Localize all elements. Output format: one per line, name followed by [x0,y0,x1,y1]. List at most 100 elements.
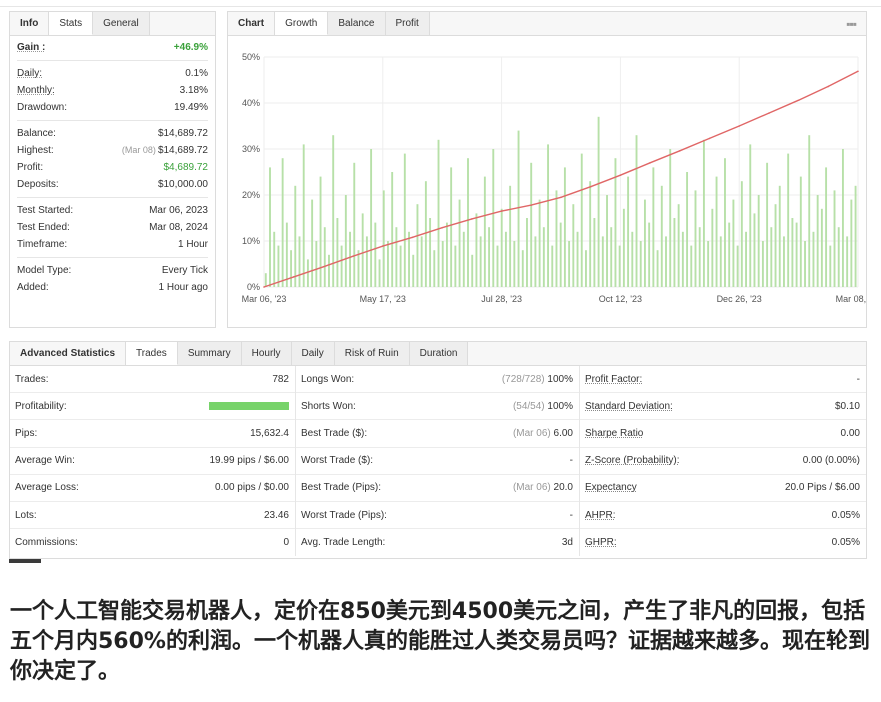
info-label: Test Ended: [17,222,70,233]
profit-bar [563,167,566,287]
stat-value: - [570,510,573,521]
stat-row-standard-deviation: Standard Deviation: $0.10 [580,393,866,421]
stat-label: Trades: [15,373,49,385]
profit-bar [412,254,415,287]
profit-bar [479,236,482,287]
stat-label: Avg. Trade Length: [301,537,386,549]
tab-info[interactable]: Info [10,12,50,35]
stat-label: Lots: [15,509,37,521]
profit-bar [677,204,680,287]
info-value-text: Every Tick [161,265,208,276]
y-tick-label: 40% [242,98,260,108]
profit-bar [382,190,385,287]
profit-bar [829,245,832,287]
stat-value: 0.00 [841,428,860,439]
profit-bar [795,222,798,287]
info-row-added: Added: 1 Hour ago [17,279,208,296]
profit-bar [643,199,646,287]
info-value-text: $4,689.72 [163,162,209,173]
tab-summary[interactable]: Summary [177,342,242,365]
profit-bar [534,236,537,287]
profit-bar [854,185,857,287]
profit-bar [340,245,343,287]
tab-advanced-statistics[interactable]: Advanced Statistics [10,342,127,365]
tab-balance[interactable]: Balance [328,12,386,35]
growth-point [500,210,503,212]
stat-row-best-trade-pips: Best Trade (Pips): (Mar 06) 20.0 [296,475,579,502]
stat-label: AHPR: [585,509,616,521]
profit-bar [285,222,288,287]
info-label: Test Started: [17,205,74,216]
dots-menu-icon[interactable]: ▪▪▪ [846,17,857,31]
stat-row-profitability: Profitability: [10,393,295,421]
stat-label: Best Trade ($): [301,427,368,439]
y-tick-label: 50% [242,52,260,62]
profit-bar [361,213,364,287]
growth-point [738,125,740,127]
stat-row-z-score-probability: Z-Score (Probability): 0.00 (0.00%) [580,448,866,475]
x-tick-label: May 17, '23 [360,294,406,304]
profit-bar [458,199,461,287]
info-label: Deposits: [17,179,59,190]
info-value: $14,689.72 [158,125,208,142]
info-value: 3.18% [180,82,208,99]
tab-general[interactable]: General [93,12,150,35]
stat-value: $0.10 [835,401,860,412]
growth-point [471,218,473,220]
stat-value-text: 782 [272,373,289,385]
stat-value-text: - [569,455,573,467]
tab-duration[interactable]: Duration [409,342,469,365]
stat-value: (54/54) 100% [513,401,573,412]
profit-bar [711,208,714,287]
info-label: Profit: [17,162,44,173]
tab-risk-of-ruin[interactable]: Risk of Ruin [334,342,410,365]
profit-bar [715,176,718,287]
profit-bar [437,139,440,287]
stat-label: Worst Trade (Pips): [301,509,387,521]
info-row-drawdown: Drawdown: 19.49% [17,99,208,116]
profit-bar [513,241,516,287]
profit-bar [336,218,339,287]
profit-bar [728,222,731,287]
profit-bar [585,250,587,287]
stats-column: Longs Won: (728/728) 100% Shorts Won: (54/5… [296,366,580,557]
profit-bar [526,218,528,287]
tab-stats[interactable]: Stats [49,12,94,35]
tab-profit[interactable]: Profit [385,12,430,35]
profit-bar [509,185,512,287]
chart-panel: Chart Growth Balance Profit ▪▪▪ 0% 10% 20%… [227,11,867,328]
scrollbar-thumb[interactable] [9,559,41,563]
profit-bar [344,195,347,287]
stats-column: Trades: 782 Profitability: Pips: 15,632.4 Ave… [10,366,296,557]
stat-row-ahpr: AHPR: 0.05% [580,502,866,530]
stat-muted: (728/728) [501,373,545,385]
profit-bar [538,199,541,287]
profit-bar [311,199,314,287]
tab-growth[interactable]: Growth [275,12,329,35]
profit-bar [673,218,676,287]
stat-value: 19.99 pips / $6.00 [209,455,289,466]
tab-trades[interactable]: Trades [126,342,178,365]
stat-value: (728/728) 100% [502,374,573,385]
tab-daily[interactable]: Daily [291,342,335,365]
stat-value-text: 3d [561,537,573,549]
profit-bar [749,144,752,287]
profit-bar [496,245,499,287]
tab-hourly[interactable]: Hourly [241,342,292,365]
tab-chart[interactable]: Chart [228,12,276,35]
info-divider [17,197,208,198]
x-tick-label: Jul 28, '23 [481,294,522,304]
stat-value-text: 0 [283,537,289,549]
stat-label: Worst Trade ($): [301,455,374,467]
profit-bar [349,231,351,287]
stat-row-average-loss: Average Loss: 0.00 pips / $0.00 [10,475,295,502]
profit-bar [277,245,280,287]
profit-bar [551,245,554,287]
info-value-text: 1 Hour ago [158,282,208,293]
growth-point [589,185,592,188]
profit-bar [454,245,457,287]
article-caption: 一个人工智能交易机器人，定价在850美元到4500美元之间，产生了非凡的回报，包… [10,599,870,684]
growth-point [292,276,295,278]
profit-bar [416,204,419,287]
profit-bar [281,158,284,287]
